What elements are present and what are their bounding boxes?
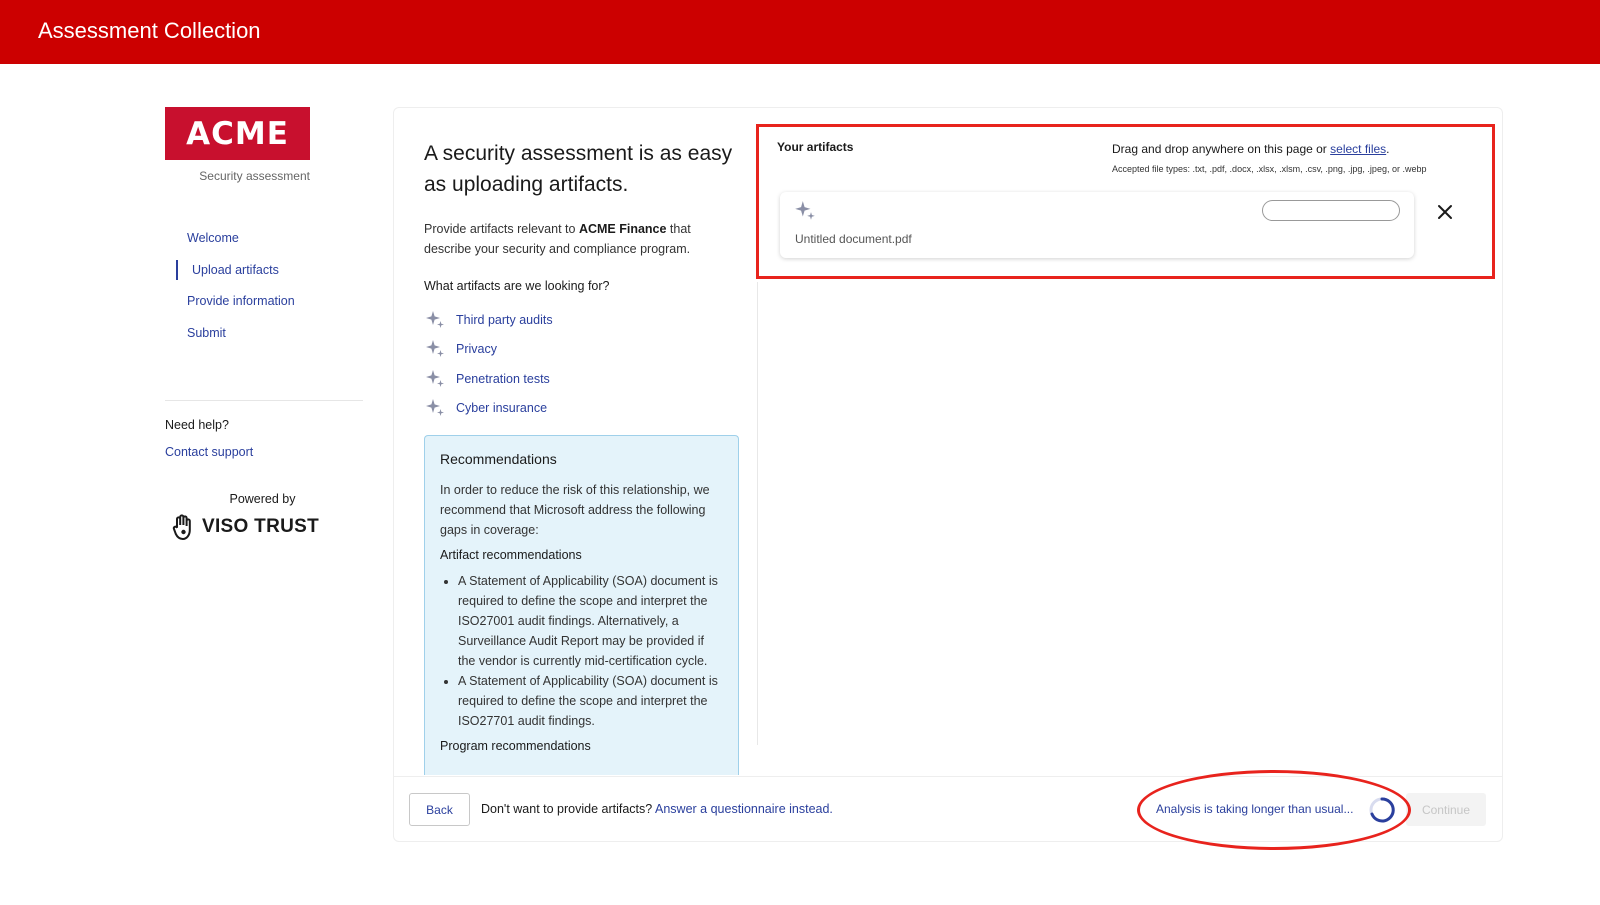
program-recommendations-heading: Program recommendations [440,739,591,753]
back-button[interactable]: Back [409,793,470,826]
questionnaire-prompt-text: Don't want to provide artifacts? [481,802,656,816]
artifact-type-privacy[interactable]: Privacy [456,342,497,356]
top-bar: Assessment Collection [0,0,1600,64]
nav-item-upload-artifacts[interactable]: Upload artifacts [176,259,295,280]
artifact-type-cyber-insurance[interactable]: Cyber insurance [456,401,547,415]
viso-trust-logo: VISO TRUST [172,512,319,542]
nav-item-provide-information[interactable]: Provide information [176,291,295,323]
artifact-recommendations-heading: Artifact recommendations [440,548,582,562]
list-item: A Statement of Applicability (SOA) docum… [458,671,723,731]
recommendations-panel[interactable]: Recommendations In order to reduce the r… [424,435,739,775]
intro-prefix: Provide artifacts relevant to [424,222,579,236]
sidebar-nav: Welcome Upload artifacts Provide informa… [176,228,295,354]
status-highlight-ellipse [1137,770,1411,850]
recommendations-intro: In order to reduce the risk of this rela… [440,483,710,537]
artifact-type-list: Third party audits Privacy Penetration t… [424,305,553,423]
continue-button[interactable]: Continue [1406,793,1486,826]
sparkle-icon [426,340,444,358]
artifact-type-penetration-tests[interactable]: Penetration tests [456,372,550,386]
artifact-type-item: Privacy [424,335,553,365]
sparkle-icon [426,399,444,417]
acme-logo: ACME [165,107,310,160]
intro-text: Provide artifacts relevant to ACME Finan… [424,219,734,259]
artifact-type-item: Penetration tests [424,364,553,394]
sparkle-icon [426,369,444,387]
contact-support-link[interactable]: Contact support [165,445,253,459]
list-item: A Statement of Applicability (SOA) docum… [458,571,723,671]
artifacts-highlight-box [756,124,1495,279]
column-divider [757,282,758,745]
recommendations-title: Recommendations [440,451,557,467]
app-title: Assessment Collection [38,18,261,43]
answer-questionnaire-link[interactable]: Answer a questionnaire instead. [655,802,833,816]
sparkle-icon [426,310,444,328]
nav-item-welcome[interactable]: Welcome [176,228,295,260]
intro-company: ACME Finance [578,222,667,236]
viso-trust-brand: VISO TRUST [202,516,320,537]
powered-by-label: Powered by [229,492,296,506]
help-title: Need help? [165,418,229,432]
artifact-type-third-party-audits[interactable]: Third party audits [456,313,553,327]
questionnaire-prompt: Don't want to provide artifacts? Answer … [481,802,833,816]
looking-for-heading: What artifacts are we looking for? [424,279,610,293]
sidebar-divider [165,400,363,401]
hand-icon [172,514,191,541]
nav-item-submit[interactable]: Submit [176,323,295,355]
artifact-type-item: Third party audits [424,305,553,335]
artifact-recommendations-list: A Statement of Applicability (SOA) docum… [458,571,723,731]
logo-subtitle: Security assessment [199,169,310,183]
artifact-type-item: Cyber insurance [424,394,553,424]
page-heading: A security assessment is as easy as uplo… [424,142,733,196]
